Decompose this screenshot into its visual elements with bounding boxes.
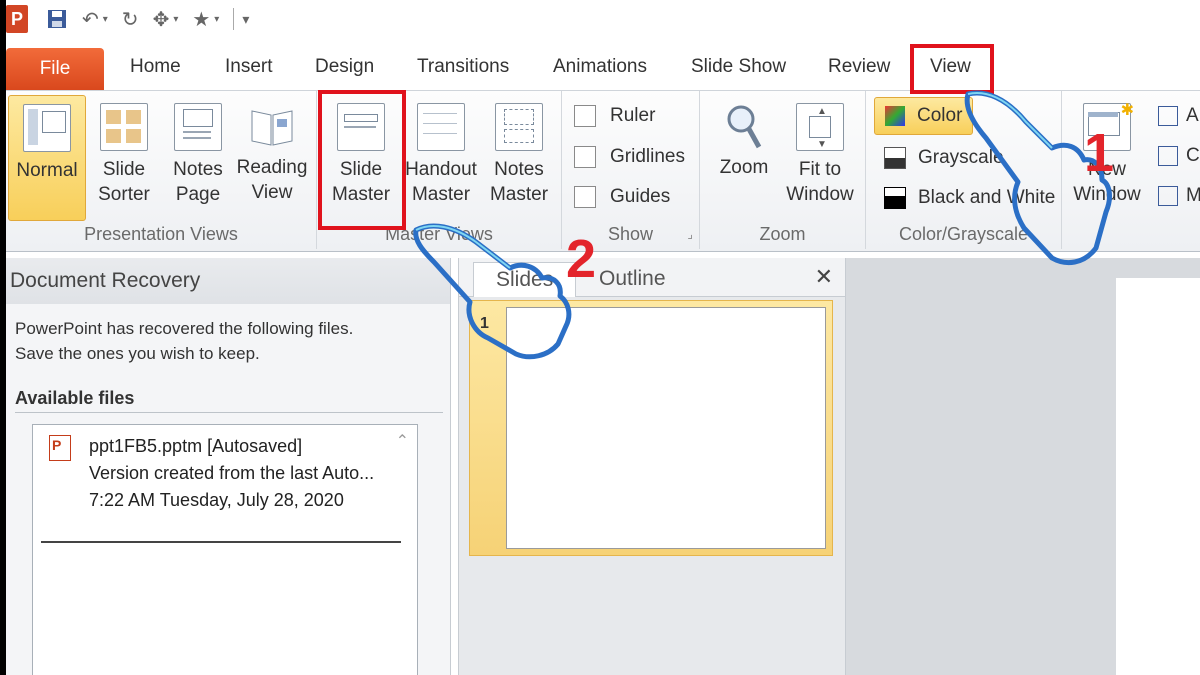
recovery-message-line-1: PowerPoint has recovered the following f… — [15, 319, 354, 338]
magnifier-icon — [721, 103, 767, 149]
group-presentation-views: Normal Slide Sorter Notes Page Reading V… — [6, 91, 317, 249]
notes-master-label-2: Master — [489, 184, 549, 205]
file-timestamp: 7:22 AM Tuesday, July 28, 2020 — [89, 490, 344, 510]
tab-insert[interactable]: Insert — [225, 56, 273, 78]
cascade-button[interactable]: C — [1158, 145, 1200, 167]
step-2-marker: 2 — [566, 229, 597, 289]
normal-label: Normal — [16, 160, 78, 181]
recovery-message-line-2: Save the ones you wish to keep. — [15, 344, 260, 363]
reading-view-button[interactable]: Reading View — [234, 95, 310, 219]
black-white-swatch-icon — [884, 187, 906, 209]
customize-icon[interactable]: ▾ — [242, 7, 249, 31]
available-files-divider — [15, 412, 443, 413]
normal-view-button[interactable]: Normal — [8, 95, 86, 221]
move-split-button[interactable]: M — [1158, 185, 1200, 207]
cascade-label: C — [1186, 145, 1200, 166]
color-swatch-icon — [885, 106, 905, 126]
zoom-group-label: Zoom — [759, 224, 806, 244]
zoom-button[interactable]: Zoom — [706, 95, 782, 219]
file-list-separator — [41, 541, 401, 543]
close-pane-icon[interactable]: ✕ — [815, 264, 833, 290]
slide-master-highlight — [318, 90, 406, 230]
show-dialog-launcher-icon[interactable]: ⌟ — [687, 227, 693, 241]
tab-home[interactable]: Home — [130, 56, 181, 78]
tab-file[interactable]: File — [6, 48, 104, 90]
notes-page-icon — [174, 103, 222, 151]
handout-master-label-2: Master — [411, 184, 471, 205]
ruler-label: Ruler — [610, 105, 656, 126]
slide-sorter-label-2: Sorter — [98, 184, 150, 205]
notes-master-button[interactable]: Notes Master — [481, 95, 557, 219]
document-recovery-title: Document Recovery — [6, 258, 450, 304]
reading-view-icon — [249, 103, 295, 149]
format-painter-icon[interactable]: ✥ ▾ — [153, 7, 179, 31]
recovered-files-list: ppt1FB5.pptm [Autosaved] Version created… — [32, 424, 418, 675]
star-icon[interactable]: ★ ▾ — [192, 7, 219, 31]
tab-animations[interactable]: Animations — [553, 56, 647, 78]
ruler-checkbox-box[interactable] — [574, 105, 596, 127]
pointing-hand-2-icon — [413, 223, 572, 360]
toolbar-divider — [233, 8, 235, 30]
undo-icon[interactable]: ↶ ▾ — [82, 7, 108, 31]
group-zoom: Zoom ▲ ▼ Fit to Window Zoom — [700, 91, 866, 249]
tab-transitions[interactable]: Transitions — [417, 56, 509, 78]
slide-editing-area — [846, 258, 1200, 675]
arrange-all-label: A — [1186, 105, 1199, 126]
handout-master-button[interactable]: Handout Master — [403, 95, 479, 219]
file-description: Version created from the last Auto... — [89, 463, 375, 483]
reading-view-label-2: View — [251, 182, 293, 203]
ribbon-tabs: File Home Insert Design Transitions Anim… — [6, 46, 1200, 92]
available-files-heading: Available files — [15, 388, 135, 408]
view-tab-highlight — [910, 44, 994, 94]
gridlines-checkbox[interactable]: Gridlines — [574, 146, 685, 168]
fit-to-window-button[interactable]: ▲ ▼ Fit to Window — [782, 95, 858, 219]
powerpoint-window: P ↶ ▾ ↻ ✥ ▾ ★ ▾ ▾ File Home Insert Design T… — [6, 0, 1200, 675]
slide-sorter-icon — [100, 103, 148, 151]
fit-to-window-label-2: Window — [786, 184, 854, 205]
gridlines-label: Gridlines — [610, 146, 685, 167]
guides-checkbox-box[interactable] — [574, 186, 596, 208]
arrange-all-icon — [1158, 106, 1178, 126]
tab-slide-show[interactable]: Slide Show — [691, 56, 786, 78]
redo-icon[interactable]: ↻ — [122, 7, 139, 31]
cascade-icon — [1158, 146, 1178, 166]
notes-master-icon — [495, 103, 543, 151]
slide-canvas[interactable] — [1116, 278, 1200, 675]
pptm-file-icon — [49, 435, 71, 461]
powerpoint-logo-icon[interactable]: P — [6, 5, 28, 33]
file-name: ppt1FB5.pptm [Autosaved] — [89, 436, 303, 456]
zoom-label: Zoom — [719, 157, 769, 178]
scroll-up-chevron-icon[interactable]: ⌃ — [396, 431, 409, 451]
arrange-all-button[interactable]: A — [1158, 105, 1199, 127]
handout-master-label-1: Handout — [405, 159, 477, 180]
notes-master-label-1: Notes — [494, 159, 544, 180]
handout-master-icon — [417, 103, 465, 151]
normal-view-icon — [23, 104, 71, 152]
tab-design[interactable]: Design — [315, 56, 374, 78]
guides-label: Guides — [610, 186, 671, 207]
grayscale-swatch-icon — [884, 147, 906, 169]
slide-sorter-button[interactable]: Slide Sorter — [86, 95, 162, 219]
tab-review[interactable]: Review — [828, 56, 890, 78]
reading-view-label-1: Reading — [236, 157, 308, 178]
notes-page-button[interactable]: Notes Page — [160, 95, 236, 219]
fit-to-window-label-1: Fit to — [798, 159, 842, 180]
move-split-label: M — [1186, 185, 1200, 206]
guides-checkbox[interactable]: Guides — [574, 186, 670, 208]
quick-access-toolbar: P ↶ ▾ ↻ ✥ ▾ ★ ▾ ▾ — [6, 0, 1200, 38]
step-1-marker: 1 — [1084, 123, 1115, 183]
fit-to-window-icon: ▲ ▼ — [796, 103, 844, 151]
slide-sorter-label-1: Slide — [102, 159, 146, 180]
notes-page-label-1: Notes — [173, 159, 223, 180]
move-split-icon — [1158, 186, 1178, 206]
ruler-checkbox[interactable]: Ruler — [574, 105, 655, 127]
save-icon[interactable] — [46, 7, 68, 31]
recovery-message: PowerPoint has recovered the following f… — [6, 304, 450, 366]
presentation-views-label: Presentation Views — [84, 224, 238, 244]
gridlines-checkbox-box[interactable] — [574, 146, 596, 168]
notes-page-label-2: Page — [175, 184, 221, 205]
document-recovery-pane: Document Recovery PowerPoint has recover… — [6, 258, 451, 675]
